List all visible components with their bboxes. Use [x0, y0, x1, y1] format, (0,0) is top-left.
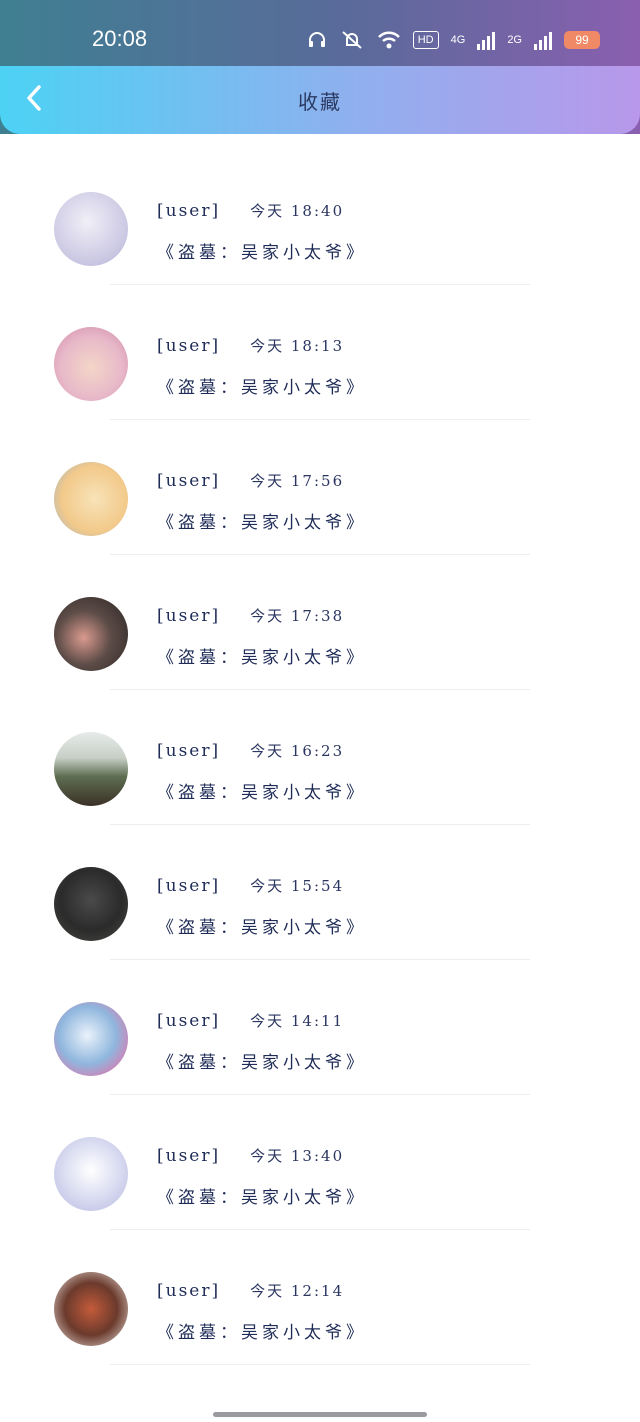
item-username: [user] [157, 471, 221, 491]
item-meta: [user] 今天 18:40 [157, 200, 344, 221]
list-item[interactable]: [user] 今天 17:56 《盗墓：吴家小太爷》 [0, 420, 640, 555]
network-4g-label: 4G [450, 33, 466, 46]
divider [110, 1364, 530, 1365]
item-title: 《盗墓：吴家小太爷》 [157, 1053, 367, 1073]
battery-indicator: 99 [564, 31, 600, 49]
item-time: 今天 15:54 [250, 877, 345, 895]
item-username: [user] [157, 606, 221, 626]
item-title: 《盗墓：吴家小太爷》 [157, 783, 367, 803]
item-username: [user] [157, 876, 221, 896]
page-title: 收藏 [298, 90, 342, 114]
item-username: [user] [157, 1011, 221, 1031]
avatar [54, 1272, 128, 1346]
list-item[interactable]: [user] 今天 17:38 《盗墓：吴家小太爷》 [0, 555, 640, 690]
nav-header: 收藏 [0, 66, 640, 134]
item-title: 《盗墓：吴家小太爷》 [157, 918, 367, 938]
item-title: 《盗墓：吴家小太爷》 [157, 1188, 367, 1208]
item-meta: [user] 今天 17:56 [157, 470, 344, 491]
status-bar: 20:08 HD 4G 2G 99 [0, 0, 640, 66]
item-meta: [user] 今天 18:13 [157, 335, 344, 356]
item-title: 《盗墓：吴家小太爷》 [157, 1323, 367, 1343]
item-meta: [user] 今天 12:14 [157, 1280, 344, 1301]
item-time: 今天 18:40 [250, 202, 345, 220]
item-meta: [user] 今天 14:11 [157, 1010, 344, 1031]
list-item[interactable]: [user] 今天 12:14 《盗墓：吴家小太爷》 [0, 1230, 640, 1365]
item-title: 《盗墓：吴家小太爷》 [157, 648, 367, 668]
avatar [54, 732, 128, 806]
item-title: 《盗墓：吴家小太爷》 [157, 513, 367, 533]
avatar [54, 597, 128, 671]
item-time: 今天 18:13 [250, 337, 345, 355]
item-username: [user] [157, 336, 221, 356]
item-time: 今天 16:23 [250, 742, 345, 760]
avatar [54, 462, 128, 536]
item-username: [user] [157, 201, 221, 221]
list-item[interactable]: [user] 今天 13:40 《盗墓：吴家小太爷》 [0, 1095, 640, 1230]
avatar [54, 1137, 128, 1211]
list-item[interactable]: [user] 今天 18:13 《盗墓：吴家小太爷》 [0, 285, 640, 420]
avatar [54, 327, 128, 401]
item-username: [user] [157, 1281, 221, 1301]
item-time: 今天 14:11 [250, 1012, 345, 1030]
favorites-list: [user] 今天 18:40 《盗墓：吴家小太爷》 [user] 今天 18:… [0, 150, 640, 1365]
item-title: 《盗墓：吴家小太爷》 [157, 243, 367, 263]
list-item[interactable]: [user] 今天 14:11 《盗墓：吴家小太爷》 [0, 960, 640, 1095]
list-item[interactable]: [user] 今天 18:40 《盗墓：吴家小太爷》 [0, 150, 640, 285]
item-time: 今天 13:40 [250, 1147, 345, 1165]
item-meta: [user] 今天 15:54 [157, 875, 344, 896]
wifi-icon [377, 31, 400, 49]
status-icons: HD 4G 2G 99 [307, 26, 600, 54]
item-username: [user] [157, 741, 221, 761]
headphones-icon [308, 32, 325, 47]
avatar [54, 867, 128, 941]
mute-bell-icon [342, 31, 362, 49]
list-item[interactable]: [user] 今天 15:54 《盗墓：吴家小太爷》 [0, 825, 640, 960]
item-meta: [user] 今天 17:38 [157, 605, 344, 626]
hd-badge: HD [412, 31, 439, 49]
signal-icon [477, 32, 496, 50]
home-indicator [213, 1412, 427, 1417]
signal-icon-2 [534, 32, 552, 50]
item-title: 《盗墓：吴家小太爷》 [157, 378, 367, 398]
status-time: 20:08 [92, 26, 148, 51]
item-meta: [user] 今天 13:40 [157, 1145, 344, 1166]
item-meta: [user] 今天 16:23 [157, 740, 344, 761]
item-time: 今天 12:14 [250, 1282, 345, 1300]
list-item[interactable]: [user] 今天 16:23 《盗墓：吴家小太爷》 [0, 690, 640, 825]
avatar [54, 1002, 128, 1076]
item-username: [user] [157, 1146, 221, 1166]
item-time: 今天 17:38 [250, 607, 345, 625]
network-2g-label: 2G [507, 33, 522, 46]
item-time: 今天 17:56 [250, 472, 345, 490]
avatar [54, 192, 128, 266]
